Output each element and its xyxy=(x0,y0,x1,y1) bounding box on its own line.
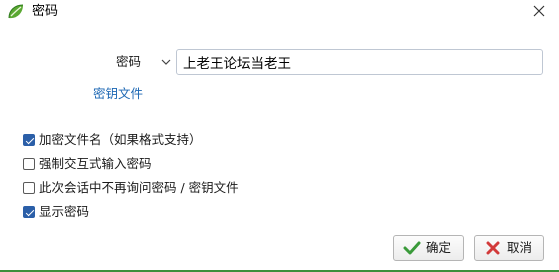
password-history-dropdown[interactable] xyxy=(160,55,172,69)
password-dialog: 密码 密码 密钥文件 加密文件名（如果格式支持） 强制交互式输入密码 此次会话中… xyxy=(0,0,559,272)
option-show-password[interactable]: 显示密码 xyxy=(23,203,89,221)
force-interactive-label: 强制交互式输入密码 xyxy=(39,156,152,171)
ok-button[interactable]: 确定 xyxy=(393,235,464,261)
cancel-button-label: 取消 xyxy=(507,240,533,255)
encrypt-filenames-label: 加密文件名（如果格式支持） xyxy=(39,132,202,147)
option-force-interactive[interactable]: 强制交互式输入密码 xyxy=(23,155,152,173)
keyfile-link[interactable]: 密钥文件 xyxy=(93,86,143,102)
force-interactive-checkbox[interactable] xyxy=(23,158,35,170)
title-bar: 密码 xyxy=(0,0,559,26)
x-cross-icon xyxy=(484,240,502,256)
chevron-down-icon xyxy=(161,55,171,69)
ok-button-label: 确定 xyxy=(426,240,452,255)
checkmark-icon xyxy=(403,240,421,256)
show-password-checkbox[interactable] xyxy=(23,206,35,218)
password-input[interactable] xyxy=(176,49,543,75)
encrypt-filenames-checkbox[interactable] xyxy=(23,134,35,146)
dont-ask-again-label: 此次会话中不再询问密码 / 密钥文件 xyxy=(39,180,239,195)
option-encrypt-filenames[interactable]: 加密文件名（如果格式支持） xyxy=(23,131,202,149)
option-dont-ask-again[interactable]: 此次会话中不再询问密码 / 密钥文件 xyxy=(23,179,239,197)
password-label: 密码 xyxy=(116,54,142,69)
dont-ask-again-checkbox[interactable] xyxy=(23,182,35,194)
show-password-label: 显示密码 xyxy=(39,204,90,219)
app-logo-icon xyxy=(6,2,26,22)
close-button[interactable] xyxy=(526,2,552,22)
window-title: 密码 xyxy=(32,4,59,19)
cancel-button[interactable]: 取消 xyxy=(474,235,544,261)
close-icon xyxy=(533,5,545,20)
